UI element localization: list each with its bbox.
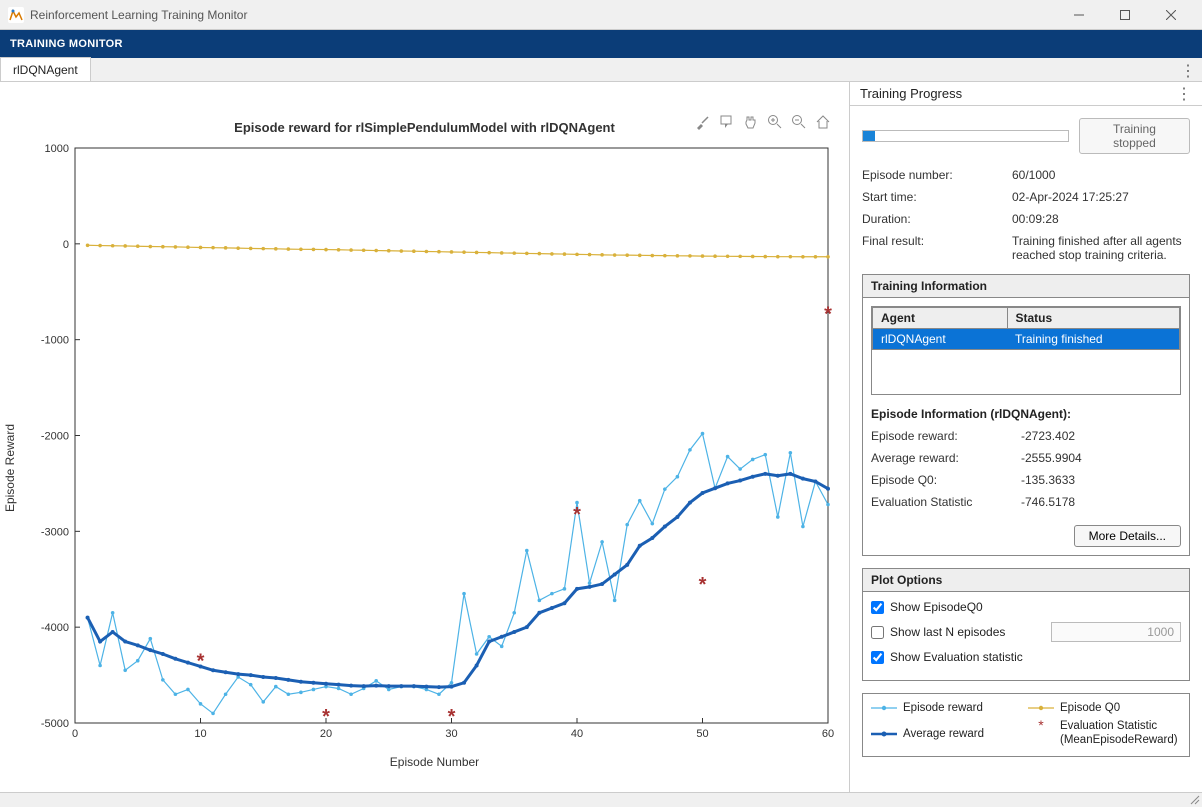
show-last-n-label: Show last N episodes (890, 625, 1005, 639)
svg-text:1000: 1000 (45, 143, 69, 155)
side-panel-header: Training Progress ⋮ (850, 82, 1202, 106)
minimize-button[interactable] (1056, 0, 1102, 30)
show-episodeq0-checkbox[interactable] (871, 601, 884, 614)
svg-text:0: 0 (63, 239, 69, 251)
training-stopped-button[interactable]: Training stopped (1079, 118, 1190, 154)
final-result-label: Final result: (862, 234, 1012, 262)
home-icon[interactable] (813, 112, 833, 132)
show-eval-checkbox[interactable] (871, 651, 884, 664)
maximize-button[interactable] (1102, 0, 1148, 30)
legend-item-episode-q0[interactable]: Episode Q0 (1028, 702, 1181, 714)
side-panel-title: Training Progress (860, 86, 962, 101)
duration-label: Duration: (862, 212, 1012, 226)
close-button[interactable] (1148, 0, 1194, 30)
training-information-section: Training Information AgentStatus rlDQNAg… (862, 274, 1190, 556)
legend[interactable]: Episode reward Episode Q0 Average reward… (862, 693, 1190, 757)
svg-text:-2000: -2000 (41, 431, 69, 443)
episode-number-label: Episode number: (862, 168, 1012, 182)
episode-reward-value: -2723.402 (1021, 429, 1181, 443)
title-bar: Reinforcement Learning Training Monitor (0, 0, 1202, 30)
svg-text:*: * (824, 304, 832, 326)
svg-text:*: * (448, 706, 456, 728)
chart-axes[interactable]: 0 10 20 30 40 50 60 -5000 -4000 -3000 -2000 -1000 0 1… (20, 143, 840, 753)
pan-icon[interactable] (741, 112, 761, 132)
episode-q0-value: -135.3633 (1021, 473, 1181, 487)
col-agent[interactable]: Agent (873, 308, 1008, 329)
average-reward-value: -2555.9904 (1021, 451, 1181, 465)
duration-value: 00:09:28 (1012, 212, 1190, 226)
last-n-input[interactable] (1051, 622, 1181, 642)
ribbon-tab-training-monitor[interactable]: TRAINING MONITOR (10, 38, 123, 50)
svg-text:*: * (573, 504, 581, 526)
training-info-header: Training Information (863, 275, 1189, 298)
axes-toolbar (693, 112, 833, 132)
svg-text:-4000: -4000 (41, 622, 69, 634)
start-time-label: Start time: (862, 190, 1012, 204)
brush-icon[interactable] (693, 112, 713, 132)
chart-panel: Episode reward for rlSimplePendulumModel… (0, 82, 850, 792)
zoom-out-icon[interactable] (789, 112, 809, 132)
zoom-in-icon[interactable] (765, 112, 785, 132)
col-status[interactable]: Status (1007, 308, 1180, 329)
status-bar (0, 792, 1202, 806)
svg-text:40: 40 (571, 728, 583, 740)
x-axis-label: Episode Number (20, 755, 849, 769)
document-tabstrip: rlDQNAgent ⋮ (0, 58, 1202, 82)
svg-text:20: 20 (320, 728, 332, 740)
plot-options-section: Plot Options Show EpisodeQ0 Show last N … (862, 568, 1190, 681)
svg-text:-1000: -1000 (41, 335, 69, 347)
show-episodeq0-label: Show EpisodeQ0 (890, 600, 983, 614)
svg-text:*: * (699, 574, 707, 596)
episode-reward-label: Episode reward: (871, 429, 1021, 443)
datatip-icon[interactable] (717, 112, 737, 132)
show-eval-label: Show Evaluation statistic (890, 650, 1023, 664)
svg-text:*: * (1038, 720, 1044, 732)
svg-text:10: 10 (194, 728, 206, 740)
average-reward-label: Average reward: (871, 451, 1021, 465)
training-progress-panel: Training Progress ⋮ Training stopped Epi… (850, 82, 1202, 792)
progress-fill (863, 131, 875, 141)
agent-table[interactable]: AgentStatus rlDQNAgentTraining finished (871, 306, 1181, 395)
start-time-value: 02-Apr-2024 17:25:27 (1012, 190, 1190, 204)
legend-item-average-reward[interactable]: Average reward (871, 720, 1024, 748)
svg-text:30: 30 (445, 728, 457, 740)
episode-q0-label: Episode Q0: (871, 473, 1021, 487)
table-row[interactable]: rlDQNAgentTraining finished (873, 329, 1180, 350)
svg-text:-3000: -3000 (41, 526, 69, 538)
y-axis-label: Episode Reward (0, 143, 20, 792)
legend-item-episode-reward[interactable]: Episode reward (871, 702, 1024, 714)
legend-item-evaluation-statistic[interactable]: * Evaluation Statistic (MeanEpisodeRewar… (1028, 720, 1181, 748)
tab-actions-icon[interactable]: ⋮ (1174, 61, 1202, 81)
app-logo-icon (8, 7, 24, 23)
window-title: Reinforcement Learning Training Monitor (30, 8, 1056, 22)
plot-options-header: Plot Options (863, 569, 1189, 592)
final-result-value: Training finished after all agents reach… (1012, 234, 1190, 262)
panel-actions-icon[interactable]: ⋮ (1176, 84, 1192, 104)
svg-text:*: * (322, 706, 330, 728)
show-last-n-checkbox[interactable] (871, 626, 884, 639)
svg-text:-5000: -5000 (41, 718, 69, 730)
episode-info-header: Episode Information (rlDQNAgent): (871, 407, 1181, 421)
evaluation-statistic-label: Evaluation Statistic (871, 495, 1021, 509)
resize-grip-icon[interactable] (1188, 793, 1202, 807)
progress-bar (862, 130, 1069, 142)
svg-text:60: 60 (822, 728, 834, 740)
evaluation-statistic-value: -746.5178 (1021, 495, 1181, 509)
ribbon-bar: TRAINING MONITOR (0, 30, 1202, 58)
tab-agent[interactable]: rlDQNAgent (0, 57, 91, 81)
svg-text:*: * (197, 651, 205, 673)
more-details-button[interactable]: More Details... (1074, 525, 1181, 547)
svg-text:50: 50 (696, 728, 708, 740)
svg-text:0: 0 (72, 728, 78, 740)
episode-number-value: 60/1000 (1012, 168, 1190, 182)
